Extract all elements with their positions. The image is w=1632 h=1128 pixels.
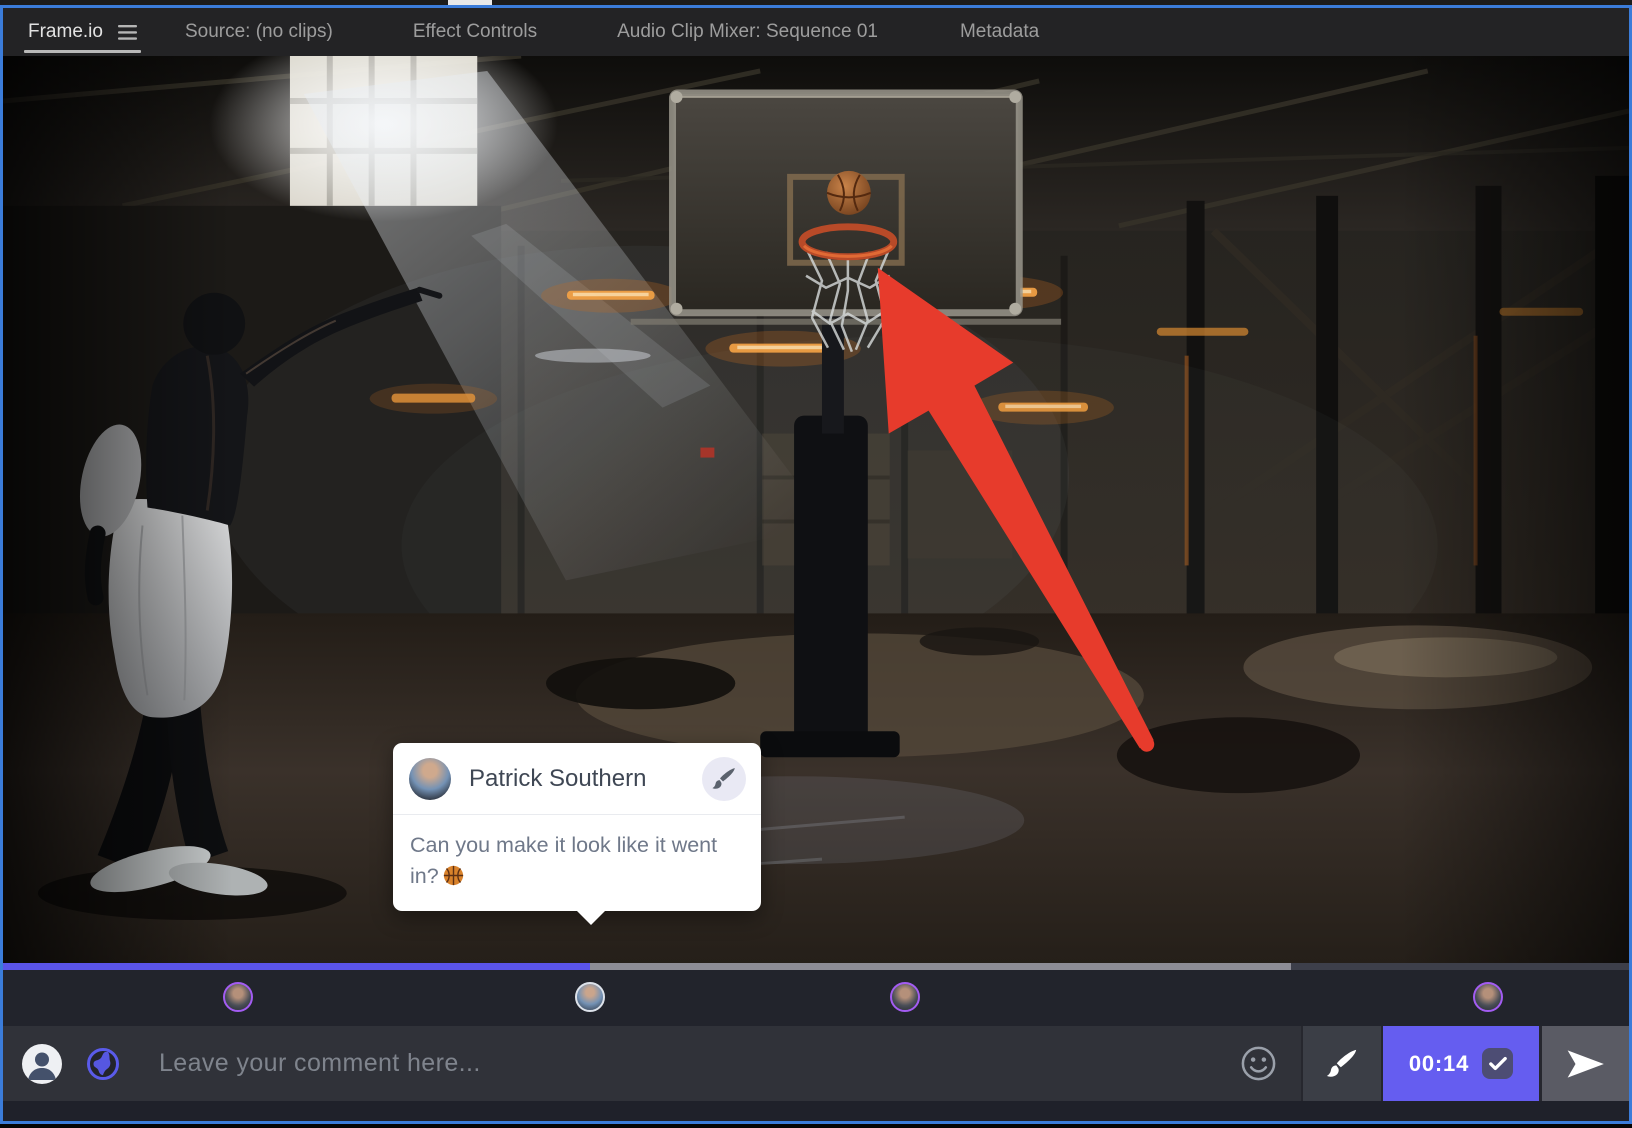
playback-progress-bar[interactable] bbox=[3, 963, 1629, 970]
timestamp-checkbox[interactable] bbox=[1482, 1048, 1514, 1079]
paintbrush-icon bbox=[1326, 1049, 1357, 1077]
comment-marker[interactable] bbox=[223, 982, 253, 1012]
outer-app-strip bbox=[0, 0, 1632, 5]
timestamp-label: 00:14 bbox=[1408, 1050, 1470, 1076]
comment-marker-active[interactable] bbox=[575, 982, 605, 1012]
author-name: Patrick Southern bbox=[469, 765, 647, 792]
tab-metadata[interactable]: Metadata bbox=[960, 8, 1039, 56]
video-frame bbox=[3, 56, 1629, 963]
send-comment-button[interactable] bbox=[1539, 1026, 1629, 1101]
comment-popup-tail bbox=[577, 911, 605, 926]
annotation-tool-button[interactable] bbox=[702, 757, 746, 801]
video-viewer[interactable] bbox=[3, 56, 1629, 963]
current-user-avatar[interactable] bbox=[22, 1043, 62, 1084]
visibility-globe-icon[interactable] bbox=[85, 1046, 121, 1082]
comment-input-bar: 00:14 bbox=[3, 1026, 1629, 1101]
draw-annotation-button[interactable] bbox=[1301, 1026, 1383, 1101]
frameio-panel: Frame.io Source: (no clips) Effect Contr… bbox=[0, 5, 1632, 1124]
comment-marker[interactable] bbox=[890, 982, 920, 1012]
panel-tab-bar: Frame.io Source: (no clips) Effect Contr… bbox=[3, 8, 1629, 56]
comment-bar-actions: 00:14 bbox=[1215, 1026, 1629, 1101]
check-icon bbox=[1488, 1056, 1507, 1071]
comment-marker-strip bbox=[3, 970, 1629, 1026]
paintbrush-icon bbox=[712, 768, 735, 789]
smiley-icon bbox=[1241, 1046, 1275, 1081]
progress-played bbox=[3, 963, 590, 970]
panel-menu-icon[interactable] bbox=[117, 24, 137, 40]
comment-input[interactable] bbox=[157, 1048, 1215, 1079]
comment-marker[interactable] bbox=[1473, 982, 1503, 1012]
timestamp-toggle-button[interactable]: 00:14 bbox=[1383, 1026, 1539, 1101]
tab-frameio-label: Frame.io bbox=[28, 21, 103, 42]
comment-popup: Patrick Southern Can you make it look li… bbox=[393, 743, 761, 926]
tab-source[interactable]: Source: (no clips) bbox=[185, 8, 333, 56]
author-avatar bbox=[409, 758, 451, 800]
comment-popup-header: Patrick Southern bbox=[393, 743, 761, 815]
tab-frameio[interactable]: Frame.io bbox=[24, 8, 141, 56]
panel-bottom-strip bbox=[3, 1101, 1629, 1121]
comment-text: Can you make it look like it went in? bbox=[410, 833, 718, 888]
send-icon bbox=[1567, 1049, 1604, 1078]
basketball-emoji-icon bbox=[443, 864, 464, 885]
tab-effect-controls[interactable]: Effect Controls bbox=[413, 8, 537, 56]
background-tab-fragment bbox=[448, 0, 492, 5]
tab-audio-clip-mixer[interactable]: Audio Clip Mixer: Sequence 01 bbox=[617, 8, 878, 56]
emoji-button[interactable] bbox=[1215, 1026, 1301, 1101]
